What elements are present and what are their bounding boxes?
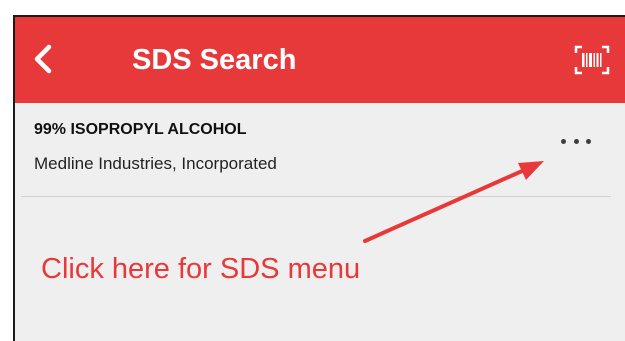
barcode-scan-button[interactable] bbox=[573, 44, 611, 76]
barcode-scan-icon bbox=[574, 45, 610, 75]
annotation-callout: Click here for SDS menu bbox=[41, 253, 361, 285]
search-result-item[interactable]: 99% ISOPROPYL ALCOHOL Medline Industries… bbox=[15, 103, 625, 198]
manufacturer-name: Medline Industries, Incorporated bbox=[34, 154, 277, 173]
more-horizontal-icon bbox=[561, 138, 566, 144]
back-button[interactable] bbox=[27, 41, 57, 77]
more-options-button[interactable] bbox=[561, 131, 591, 151]
phone-screen: SDS Search 99% ISOPROPYL ALCOHOL Medline… bbox=[13, 15, 625, 341]
divider bbox=[21, 196, 611, 197]
page-title: SDS Search bbox=[132, 44, 297, 76]
chevron-left-icon bbox=[34, 44, 52, 74]
app-bar: SDS Search bbox=[15, 17, 625, 103]
product-name: 99% ISOPROPYL ALCOHOL bbox=[34, 121, 247, 138]
